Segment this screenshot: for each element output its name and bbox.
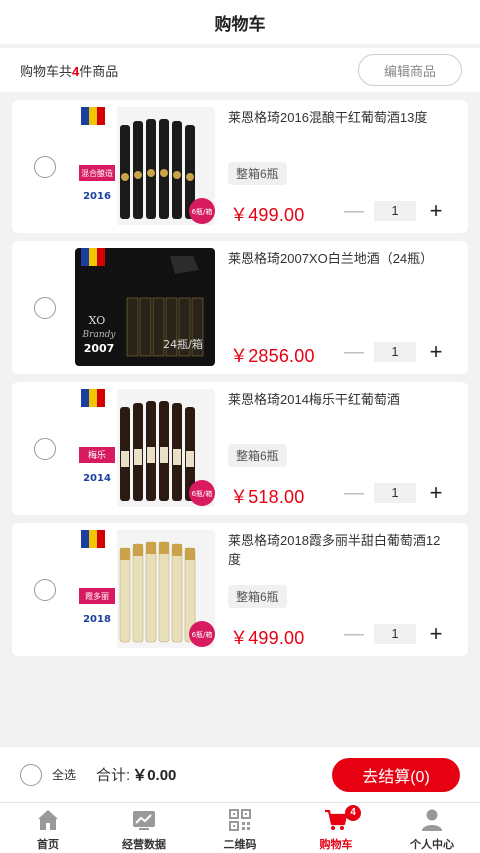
svg-text:2016: 2016: [83, 191, 111, 202]
svg-text:2007: 2007: [84, 342, 115, 355]
tab-label: 首页: [37, 839, 59, 851]
quantity-stepper: — 1 +: [344, 341, 446, 363]
product-price: ￥499.00: [230, 205, 305, 225]
home-icon: [38, 810, 58, 830]
product-name[interactable]: 莱恩格琦2016混酿干红葡萄酒13度: [228, 108, 450, 127]
cart-badge: 4: [345, 805, 361, 821]
svg-text:2014: 2014: [83, 473, 111, 484]
product-price: ￥518.00: [230, 487, 305, 507]
tab-cart[interactable]: 4 购物车: [288, 803, 384, 853]
package-tag: 整箱6瓶: [228, 162, 287, 185]
cart-list: 混合酿造 2016 6瓶/箱 莱恩格琦2016混酿干红葡萄酒13度 整箱6瓶 ￥…: [12, 100, 468, 664]
item-select-radio[interactable]: [34, 579, 56, 601]
quantity-input[interactable]: 1: [374, 624, 416, 644]
white-wine-bottles-image: 霞多丽 2018 6瓶/箱: [75, 530, 215, 648]
item-select-radio[interactable]: [34, 156, 56, 178]
increase-button[interactable]: +: [426, 341, 446, 363]
tab-label: 经营数据: [122, 839, 166, 851]
product-price: ￥499.00: [230, 628, 305, 648]
total-label: 合计:: [96, 767, 131, 784]
svg-text:霞多丽: 霞多丽: [85, 591, 109, 601]
product-name[interactable]: 莱恩格琦2014梅乐干红葡萄酒: [228, 390, 450, 409]
increase-button[interactable]: +: [426, 482, 446, 504]
product-name[interactable]: 莱恩格琦2018霞多丽半甜白葡萄酒12度: [228, 531, 450, 569]
svg-text:混合酿造: 混合酿造: [81, 168, 113, 178]
product-image[interactable]: 梅乐 2014 6瓶/箱: [75, 389, 215, 507]
svg-text:6瓶/箱: 6瓶/箱: [192, 207, 213, 216]
cart-item: 混合酿造 2016 6瓶/箱 莱恩格琦2016混酿干红葡萄酒13度 整箱6瓶 ￥…: [12, 100, 468, 233]
quantity-stepper: — 1 +: [344, 482, 446, 504]
svg-text:6瓶/箱: 6瓶/箱: [192, 489, 213, 498]
edit-items-button[interactable]: 编辑商品: [358, 54, 462, 86]
decrease-button[interactable]: —: [344, 624, 364, 644]
checkout-button[interactable]: 去结算(0): [332, 757, 460, 792]
wine-bottles-image: 混合酿造 2016 6瓶/箱: [75, 107, 215, 225]
qrcode-icon: [229, 809, 251, 831]
increase-button[interactable]: +: [426, 623, 446, 645]
quantity-stepper: — 1 +: [344, 200, 446, 222]
svg-text:6瓶/箱: 6瓶/箱: [192, 630, 213, 639]
quantity-input[interactable]: 1: [374, 342, 416, 362]
cart-item: XO Brandy 2007 24瓶/箱 莱恩格琦2007XO白兰地酒（24瓶）…: [12, 241, 468, 374]
quantity-input[interactable]: 1: [374, 201, 416, 221]
checkout-bar: 全选 合计: ￥0.00 去结算(0): [0, 746, 480, 802]
increase-button[interactable]: +: [426, 200, 446, 222]
decrease-button[interactable]: —: [344, 342, 364, 362]
item-select-radio[interactable]: [34, 297, 56, 319]
item-select-radio[interactable]: [34, 438, 56, 460]
brandy-bottles-image: XO Brandy 2007 24瓶/箱: [75, 248, 215, 366]
select-all-radio[interactable]: [20, 763, 42, 786]
cart-item: 霞多丽 2018 6瓶/箱 莱恩格琦2018霞多丽半甜白葡萄酒12度 整箱6瓶 …: [12, 523, 468, 656]
svg-text:XO: XO: [89, 314, 106, 327]
tab-label: 个人中心: [410, 839, 454, 851]
product-price: ￥2856.00: [230, 346, 315, 366]
tab-profile[interactable]: 个人中心: [384, 803, 480, 853]
tab-label: 购物车: [319, 839, 353, 851]
total-amount: ￥0.00: [132, 767, 177, 784]
tab-business-data[interactable]: 经营数据: [96, 803, 192, 853]
cart-summary-bar: 购物车共4件商品 编辑商品: [0, 48, 480, 92]
product-name[interactable]: 莱恩格琦2007XO白兰地酒（24瓶）: [228, 249, 450, 268]
app-header: 购物车: [0, 0, 480, 44]
decrease-button[interactable]: —: [344, 201, 364, 221]
decrease-button[interactable]: —: [344, 483, 364, 503]
svg-text:24瓶/箱: 24瓶/箱: [163, 337, 203, 351]
svg-text:梅乐: 梅乐: [88, 449, 106, 461]
quantity-stepper: — 1 +: [344, 623, 446, 645]
chart-icon: [133, 811, 155, 830]
svg-text:Brandy: Brandy: [82, 330, 117, 340]
cart-item: 梅乐 2014 6瓶/箱 莱恩格琦2014梅乐干红葡萄酒 整箱6瓶 ￥518.0…: [12, 382, 468, 515]
product-image[interactable]: XO Brandy 2007 24瓶/箱: [75, 248, 215, 366]
package-tag: 整箱6瓶: [228, 585, 287, 608]
package-tag: 整箱6瓶: [228, 444, 287, 467]
tab-qrcode[interactable]: 二维码: [192, 803, 288, 853]
product-image[interactable]: 霞多丽 2018 6瓶/箱: [75, 530, 215, 648]
tab-home[interactable]: 首页: [0, 803, 96, 853]
tab-label: 二维码: [223, 839, 257, 851]
bottom-tab-bar: 首页 经营数据 二维码 4 购物车 个人中心: [0, 802, 480, 853]
user-icon: [422, 809, 442, 831]
page-title: 购物车: [214, 14, 266, 34]
product-image[interactable]: 混合酿造 2016 6瓶/箱: [75, 107, 215, 225]
quantity-input[interactable]: 1: [374, 483, 416, 503]
svg-text:2018: 2018: [83, 614, 111, 625]
wine-bottles-image: 梅乐 2014 6瓶/箱: [75, 389, 215, 507]
select-all-label[interactable]: 全选: [52, 766, 76, 783]
cart-count-text: 购物车共4件商品: [20, 63, 119, 79]
